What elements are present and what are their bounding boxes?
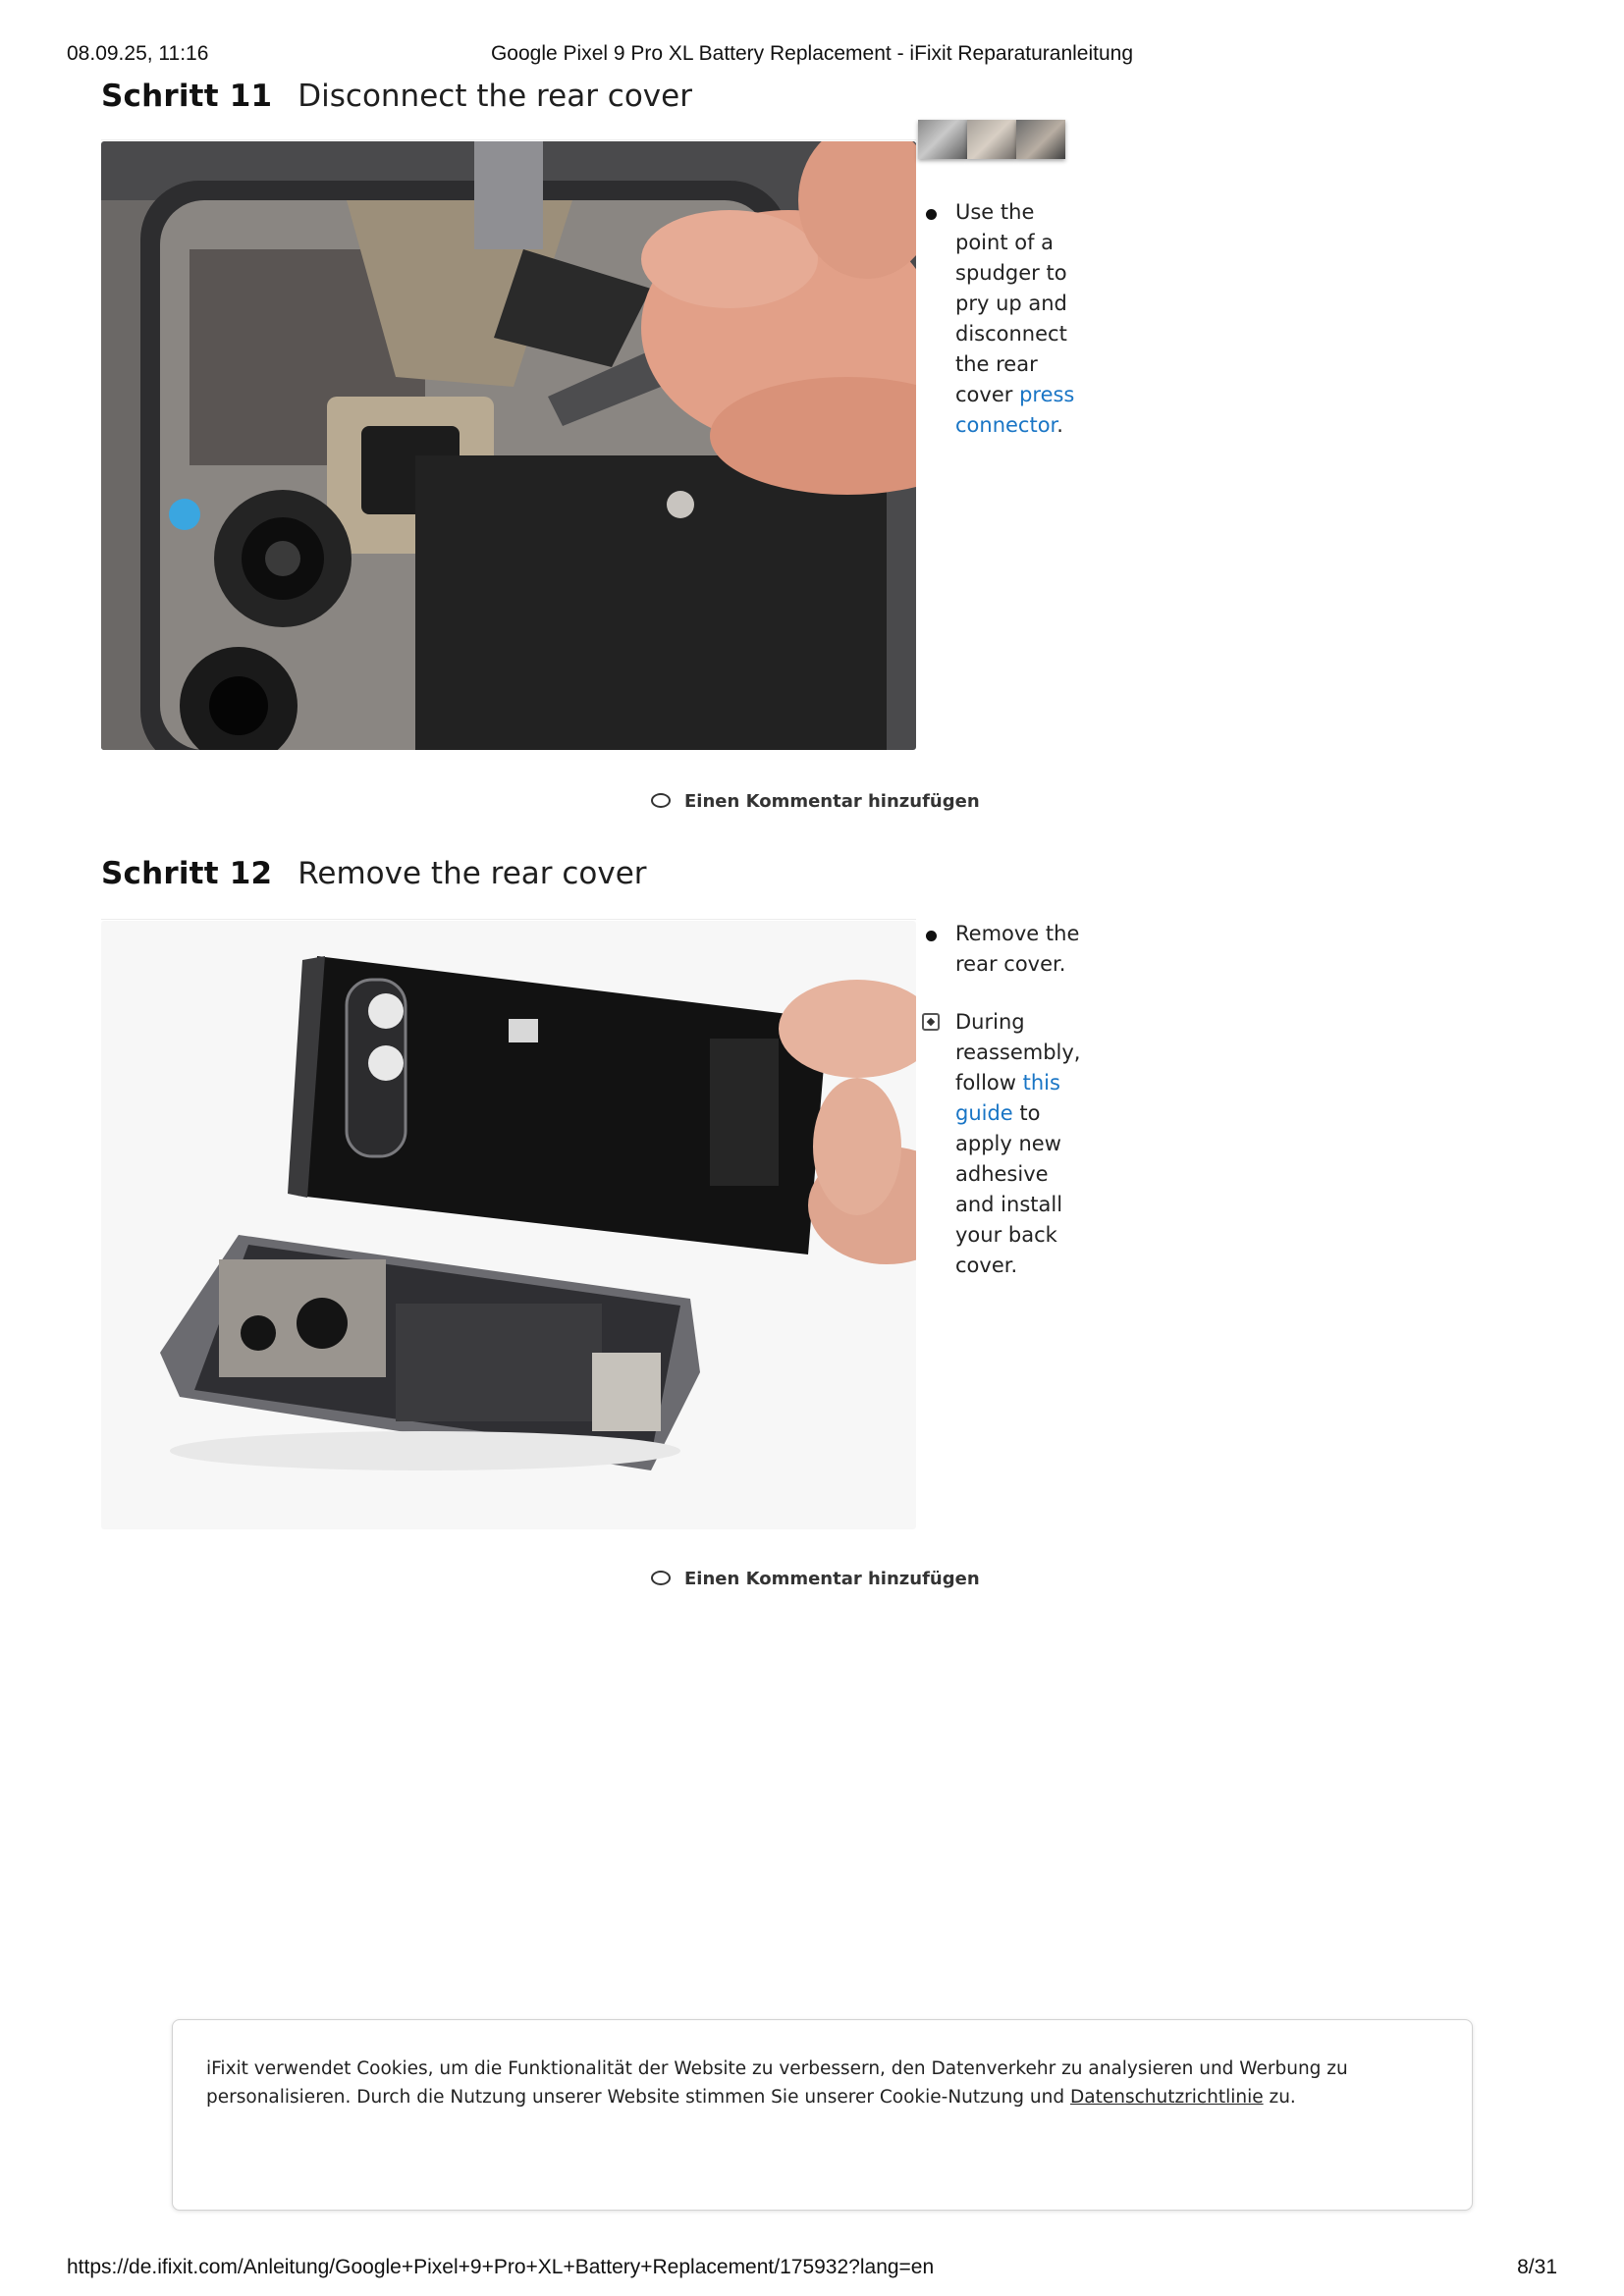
bullet-text-end: . (1056, 413, 1063, 437)
note-text-end: to apply new adhesive and install your b… (955, 1101, 1063, 1277)
privacy-policy-link[interactable]: Datenschutzrichtlinie (1070, 2087, 1264, 2108)
thumbnail[interactable] (967, 120, 1016, 159)
add-comment-label: Einen Kommentar hinzufügen (684, 1569, 980, 1589)
page-url: https://de.ifixit.com/Anleitung/Google+P… (67, 2256, 935, 2278)
add-comment-button[interactable]: Einen Kommentar hinzufügen (651, 1569, 980, 1598)
print-title: Google Pixel 9 Pro XL Battery Replacemen… (490, 42, 1134, 65)
bullet-dot-icon (926, 931, 937, 941)
print-footer: https://de.ifixit.com/Anleitung/Google+P… (0, 2256, 1624, 2283)
step-photo[interactable] (101, 921, 916, 1529)
speech-bubble-icon (651, 792, 671, 808)
bullet-text: Remove the rear cover. (955, 922, 1080, 976)
step-photo[interactable] (101, 141, 916, 750)
cookie-text: iFixit verwendet Cookies, um die Funktio… (206, 2055, 1443, 2111)
phone-internals-photo (101, 141, 916, 750)
step-instructions: Use the point of a spudger to pry up and… (922, 197, 1089, 468)
thumbnail[interactable] (1016, 120, 1065, 159)
bullet-item: Use the point of a spudger to pry up and… (922, 197, 1089, 441)
step-11: Schritt 11 Disconnect the rear cover Use… (101, 79, 1074, 825)
divider (101, 139, 916, 140)
page-number: 8/31 (1517, 2256, 1557, 2278)
add-comment-label: Einen Kommentar hinzufügen (684, 791, 980, 812)
speech-bubble-icon (651, 1570, 671, 1585)
step-12: Schritt 12 Remove the rear cover Remove … (101, 856, 1081, 1602)
step-instructions: Remove the rear cover. During reassembly… (922, 919, 1089, 1308)
step-number: Schritt 12 (101, 856, 273, 891)
note-icon (922, 1013, 940, 1031)
step-title: Remove the rear cover (298, 856, 647, 891)
step-number: Schritt 11 (101, 79, 273, 114)
cookie-message-end: zu. (1263, 2087, 1296, 2108)
photo-thumbnails (918, 120, 1065, 159)
bullet-dot-icon (926, 209, 937, 220)
cookie-banner: iFixit verwendet Cookies, um die Funktio… (172, 2019, 1473, 2211)
note-text: During reassembly, follow (955, 1010, 1081, 1095)
bullet-text: Use the point of a spudger to pry up and… (955, 200, 1067, 406)
print-header: 08.09.25, 11:16 Google Pixel 9 Pro XL Ba… (0, 42, 1624, 70)
rear-cover-removal-photo (101, 921, 916, 1529)
divider (101, 919, 916, 920)
step-heading: Schritt 11 Disconnect the rear cover (101, 79, 692, 122)
step-heading: Schritt 12 Remove the rear cover (101, 856, 647, 899)
step-title: Disconnect the rear cover (298, 79, 692, 114)
bullet-item: Remove the rear cover. (922, 919, 1089, 980)
note-item: During reassembly, follow this guide to … (922, 1007, 1089, 1281)
add-comment-button[interactable]: Einen Kommentar hinzufügen (651, 791, 980, 821)
thumbnail[interactable] (918, 120, 967, 159)
